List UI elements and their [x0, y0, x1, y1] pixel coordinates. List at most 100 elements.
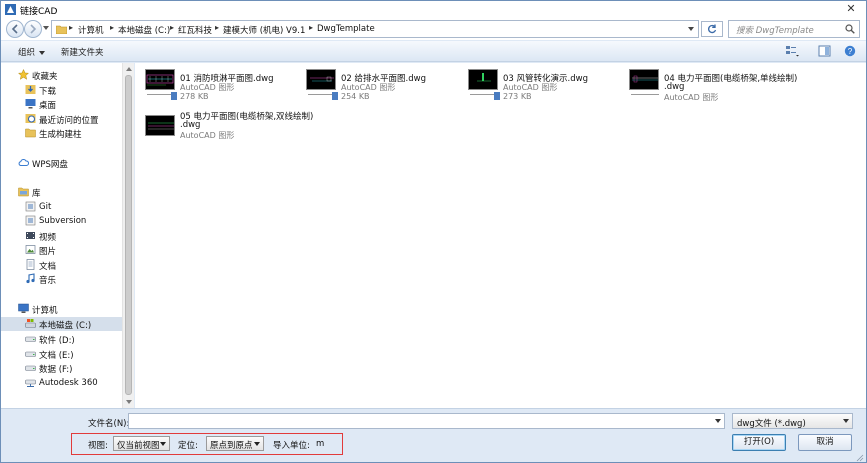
app-icon [5, 4, 16, 15]
file-type: AutoCAD 图形 [664, 93, 719, 102]
cloud-icon [18, 159, 29, 166]
open-button[interactable]: 打开(O) [732, 434, 786, 451]
recent-locations-dropdown[interactable] [43, 26, 49, 30]
search-input[interactable]: 搜索 DwgTemplate [728, 20, 860, 38]
sidebar-item-libraries[interactable]: 库 [1, 185, 122, 199]
refresh-icon [708, 24, 717, 34]
navigation-pane: 收藏夹 下载 桌面 最近访问的位置 生成构建柱 WPS网盘 库 Git Subv… [1, 63, 122, 408]
git-folder-icon [25, 201, 36, 212]
file-type: AutoCAD 图形 [180, 131, 235, 140]
sidebar-item-computer[interactable]: 计算机 [1, 302, 122, 316]
command-bar: 组织 新建文件夹 ? [1, 41, 866, 62]
back-button[interactable] [6, 20, 24, 38]
preview-pane-icon[interactable] [818, 45, 832, 57]
list-item[interactable]: 01 消防喷淋平面图.dwg AutoCAD 图形 278 KB [135, 67, 295, 103]
file-list: 01 消防喷淋平面图.dwg AutoCAD 图形 278 KB 02 给排水平… [135, 63, 866, 408]
sidebar-item-documents[interactable]: 文档 [1, 258, 122, 272]
arrow-right-icon [30, 24, 37, 34]
network-drive-icon [25, 379, 36, 387]
sidebar-label: 本地磁盘 (C:) [39, 321, 92, 331]
cancel-button[interactable]: 取消 [798, 434, 852, 451]
scroll-thumb[interactable] [125, 75, 132, 395]
svg-text:?: ? [848, 47, 853, 56]
computer-icon [18, 303, 29, 313]
file-size: 273 KB [503, 92, 532, 101]
address-dropdown[interactable] [688, 27, 694, 31]
sidebar-item-local-disk-c[interactable]: 本地磁盘 (C:) [1, 317, 122, 331]
file-type-select[interactable]: dwg文件 (*.dwg) [732, 413, 853, 429]
sidebar-item-pictures[interactable]: 图片 [1, 243, 122, 257]
sidebar-item-subversion[interactable]: Subversion [1, 214, 122, 228]
breadcrumb-separator: ▸ [215, 23, 220, 32]
file-type-value: dwg文件 (*.dwg) [737, 419, 806, 429]
resize-grip-icon[interactable] [856, 454, 864, 462]
sidebar-scrollbar[interactable] [122, 63, 134, 408]
chevron-down-icon[interactable] [715, 419, 721, 423]
sidebar-label: WPS网盘 [32, 160, 68, 170]
sidebar-item-downloads[interactable]: 下载 [1, 83, 122, 97]
view-label: 视图: [88, 441, 108, 451]
change-view-icon[interactable] [785, 45, 799, 57]
sidebar-label: 音乐 [39, 276, 57, 286]
sidebar-item-videos[interactable]: 视频 [1, 229, 122, 243]
sidebar-item-desktop[interactable]: 桌面 [1, 97, 122, 111]
help-icon[interactable]: ? [843, 45, 857, 57]
sidebar-label: 文档 [39, 262, 57, 272]
dwg-file-icon [332, 92, 338, 100]
list-item[interactable]: 03 风管转化演示.dwg AutoCAD 图形 273 KB [458, 67, 618, 103]
view-select[interactable]: 仅当前视图 [113, 436, 170, 451]
organize-menu[interactable]: 组织 [18, 46, 46, 58]
chevron-down-icon [39, 50, 46, 55]
breadcrumb-computer[interactable]: 计算机 [78, 24, 104, 36]
breadcrumb-local-disk[interactable]: 本地磁盘 (C:) [118, 24, 170, 36]
position-select[interactable]: 原点到原点 [206, 436, 264, 451]
chevron-down-icon [254, 442, 260, 446]
sidebar-label: Subversion [39, 216, 87, 226]
sidebar-item-music[interactable]: 音乐 [1, 272, 122, 286]
close-icon[interactable]: ✕ [844, 2, 858, 16]
file-size: 254 KB [341, 92, 370, 101]
sidebar-item-autodesk-360[interactable]: Autodesk 360 [1, 376, 122, 390]
sidebar-item-wps-drive[interactable]: WPS网盘 [1, 156, 122, 170]
import-unit-value: m [316, 439, 325, 449]
folder-icon [56, 25, 67, 34]
sidebar-item-drive-f[interactable]: 数据 (F:) [1, 361, 122, 375]
forward-button[interactable] [24, 20, 42, 38]
breadcrumb-modeling-master[interactable]: 建模大师 (机电) V9.1 [223, 24, 305, 36]
dialog-footer: 文件名(N): dwg文件 (*.dwg) 视图: 仅当前视图 定位: 原点到原… [1, 408, 866, 462]
list-item[interactable]: 04 电力平面图(电缆桥架,单线绘制) .dwg AutoCAD 图形 [619, 67, 819, 103]
chevron-down-icon [843, 419, 849, 423]
list-item[interactable]: 05 电力平面图(电缆桥架,双线绘制) .dwg AutoCAD 图形 [135, 105, 335, 141]
new-folder-button[interactable]: 新建文件夹 [61, 46, 104, 58]
dwg-file-icon [171, 92, 177, 100]
dwg-thumbnail [306, 69, 336, 90]
sidebar-label: 数据 (F:) [39, 365, 73, 375]
sidebar-item-git[interactable]: Git [1, 200, 122, 214]
sidebar-label: 软件 (D:) [39, 336, 75, 346]
dwg-file-icon [494, 92, 500, 100]
star-icon [18, 69, 29, 80]
sidebar-item-build-columns[interactable]: 生成构建柱 [1, 126, 122, 140]
sidebar-item-favorites[interactable]: 收藏夹 [1, 68, 122, 82]
cad-preview-icon [632, 75, 658, 83]
search-icon[interactable] [845, 24, 855, 34]
address-bar[interactable]: ▸ 计算机 ▸ 本地磁盘 (C:) ▸ 红瓦科技 ▸ 建模大师 (机电) V9.… [51, 20, 699, 38]
filename-input[interactable] [128, 413, 725, 429]
file-name-continuation: .dwg [180, 120, 201, 130]
scroll-down-icon[interactable] [126, 400, 132, 404]
scroll-up-icon[interactable] [126, 67, 132, 71]
breadcrumb-dwgtemplate[interactable]: DwgTemplate [317, 24, 375, 34]
cad-preview-icon [148, 122, 174, 130]
system-drive-icon [25, 319, 36, 328]
thumbnail-divider [631, 94, 659, 95]
sidebar-item-drive-e[interactable]: 文档 (E:) [1, 347, 122, 361]
list-item[interactable]: 02 给排水平面图.dwg AutoCAD 图形 254 KB [296, 67, 456, 103]
sidebar-item-drive-d[interactable]: 软件 (D:) [1, 332, 122, 346]
refresh-button[interactable] [701, 21, 723, 37]
breadcrumb-hongwa[interactable]: 红瓦科技 [178, 24, 212, 36]
library-icon [18, 187, 29, 197]
sidebar-label: 计算机 [32, 306, 58, 316]
downloads-icon [25, 85, 36, 94]
sidebar-item-recent-places[interactable]: 最近访问的位置 [1, 112, 122, 126]
sidebar-label: 下载 [39, 87, 57, 97]
